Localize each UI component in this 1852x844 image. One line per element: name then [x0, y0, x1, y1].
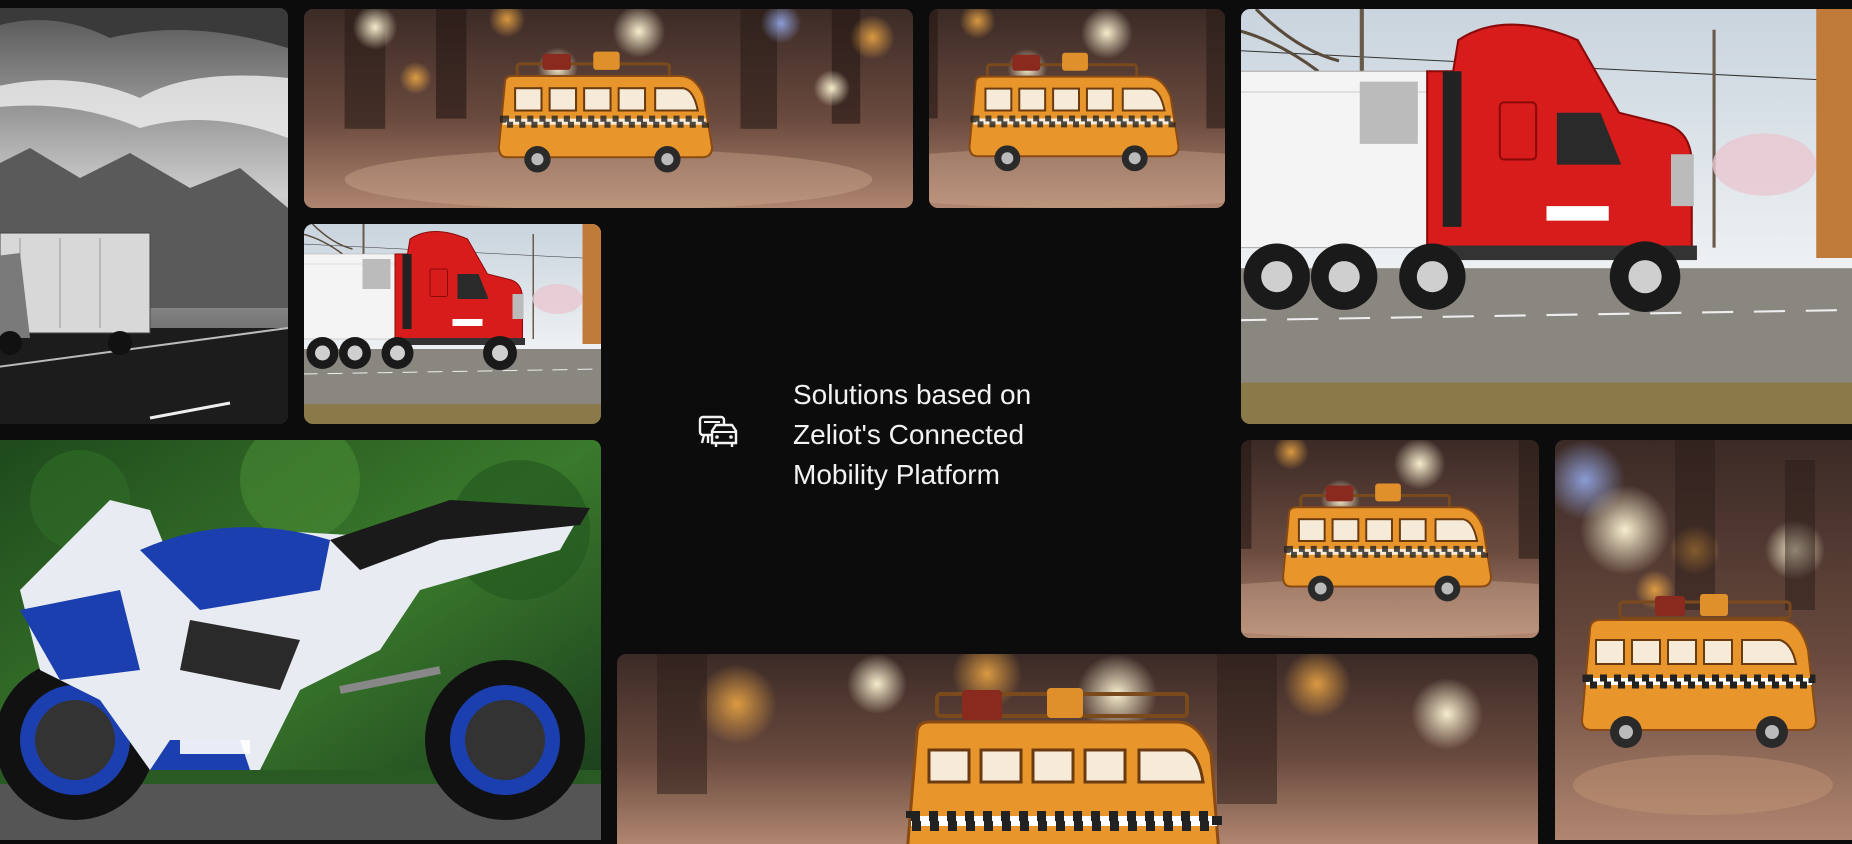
toy-bus-bokeh-image-3 [617, 654, 1538, 844]
headline-line-2: Zeliot's Connected [793, 419, 1025, 450]
suzuki-motorcycle-image [0, 440, 601, 840]
headline-line-1: Solutions based on [793, 379, 1032, 410]
red-semi-truck-small-image [304, 224, 601, 424]
red-semi-truck-large-image [1241, 9, 1852, 424]
toy-bus-bokeh-image-5 [1555, 440, 1852, 840]
headline-text: Solutions based on Zeliot's Connected Mo… [793, 375, 1073, 495]
headline-line-3: Mobility Platform [793, 459, 1000, 490]
vehicles-icon [698, 413, 738, 449]
toy-bus-bokeh-image-1 [304, 9, 913, 208]
headline-block: Solutions based on Zeliot's Connected Mo… [698, 375, 1073, 495]
highway-truck-bw-image [0, 8, 288, 424]
toy-bus-bokeh-image-4 [1241, 440, 1539, 638]
toy-bus-bokeh-image-2 [929, 9, 1225, 208]
